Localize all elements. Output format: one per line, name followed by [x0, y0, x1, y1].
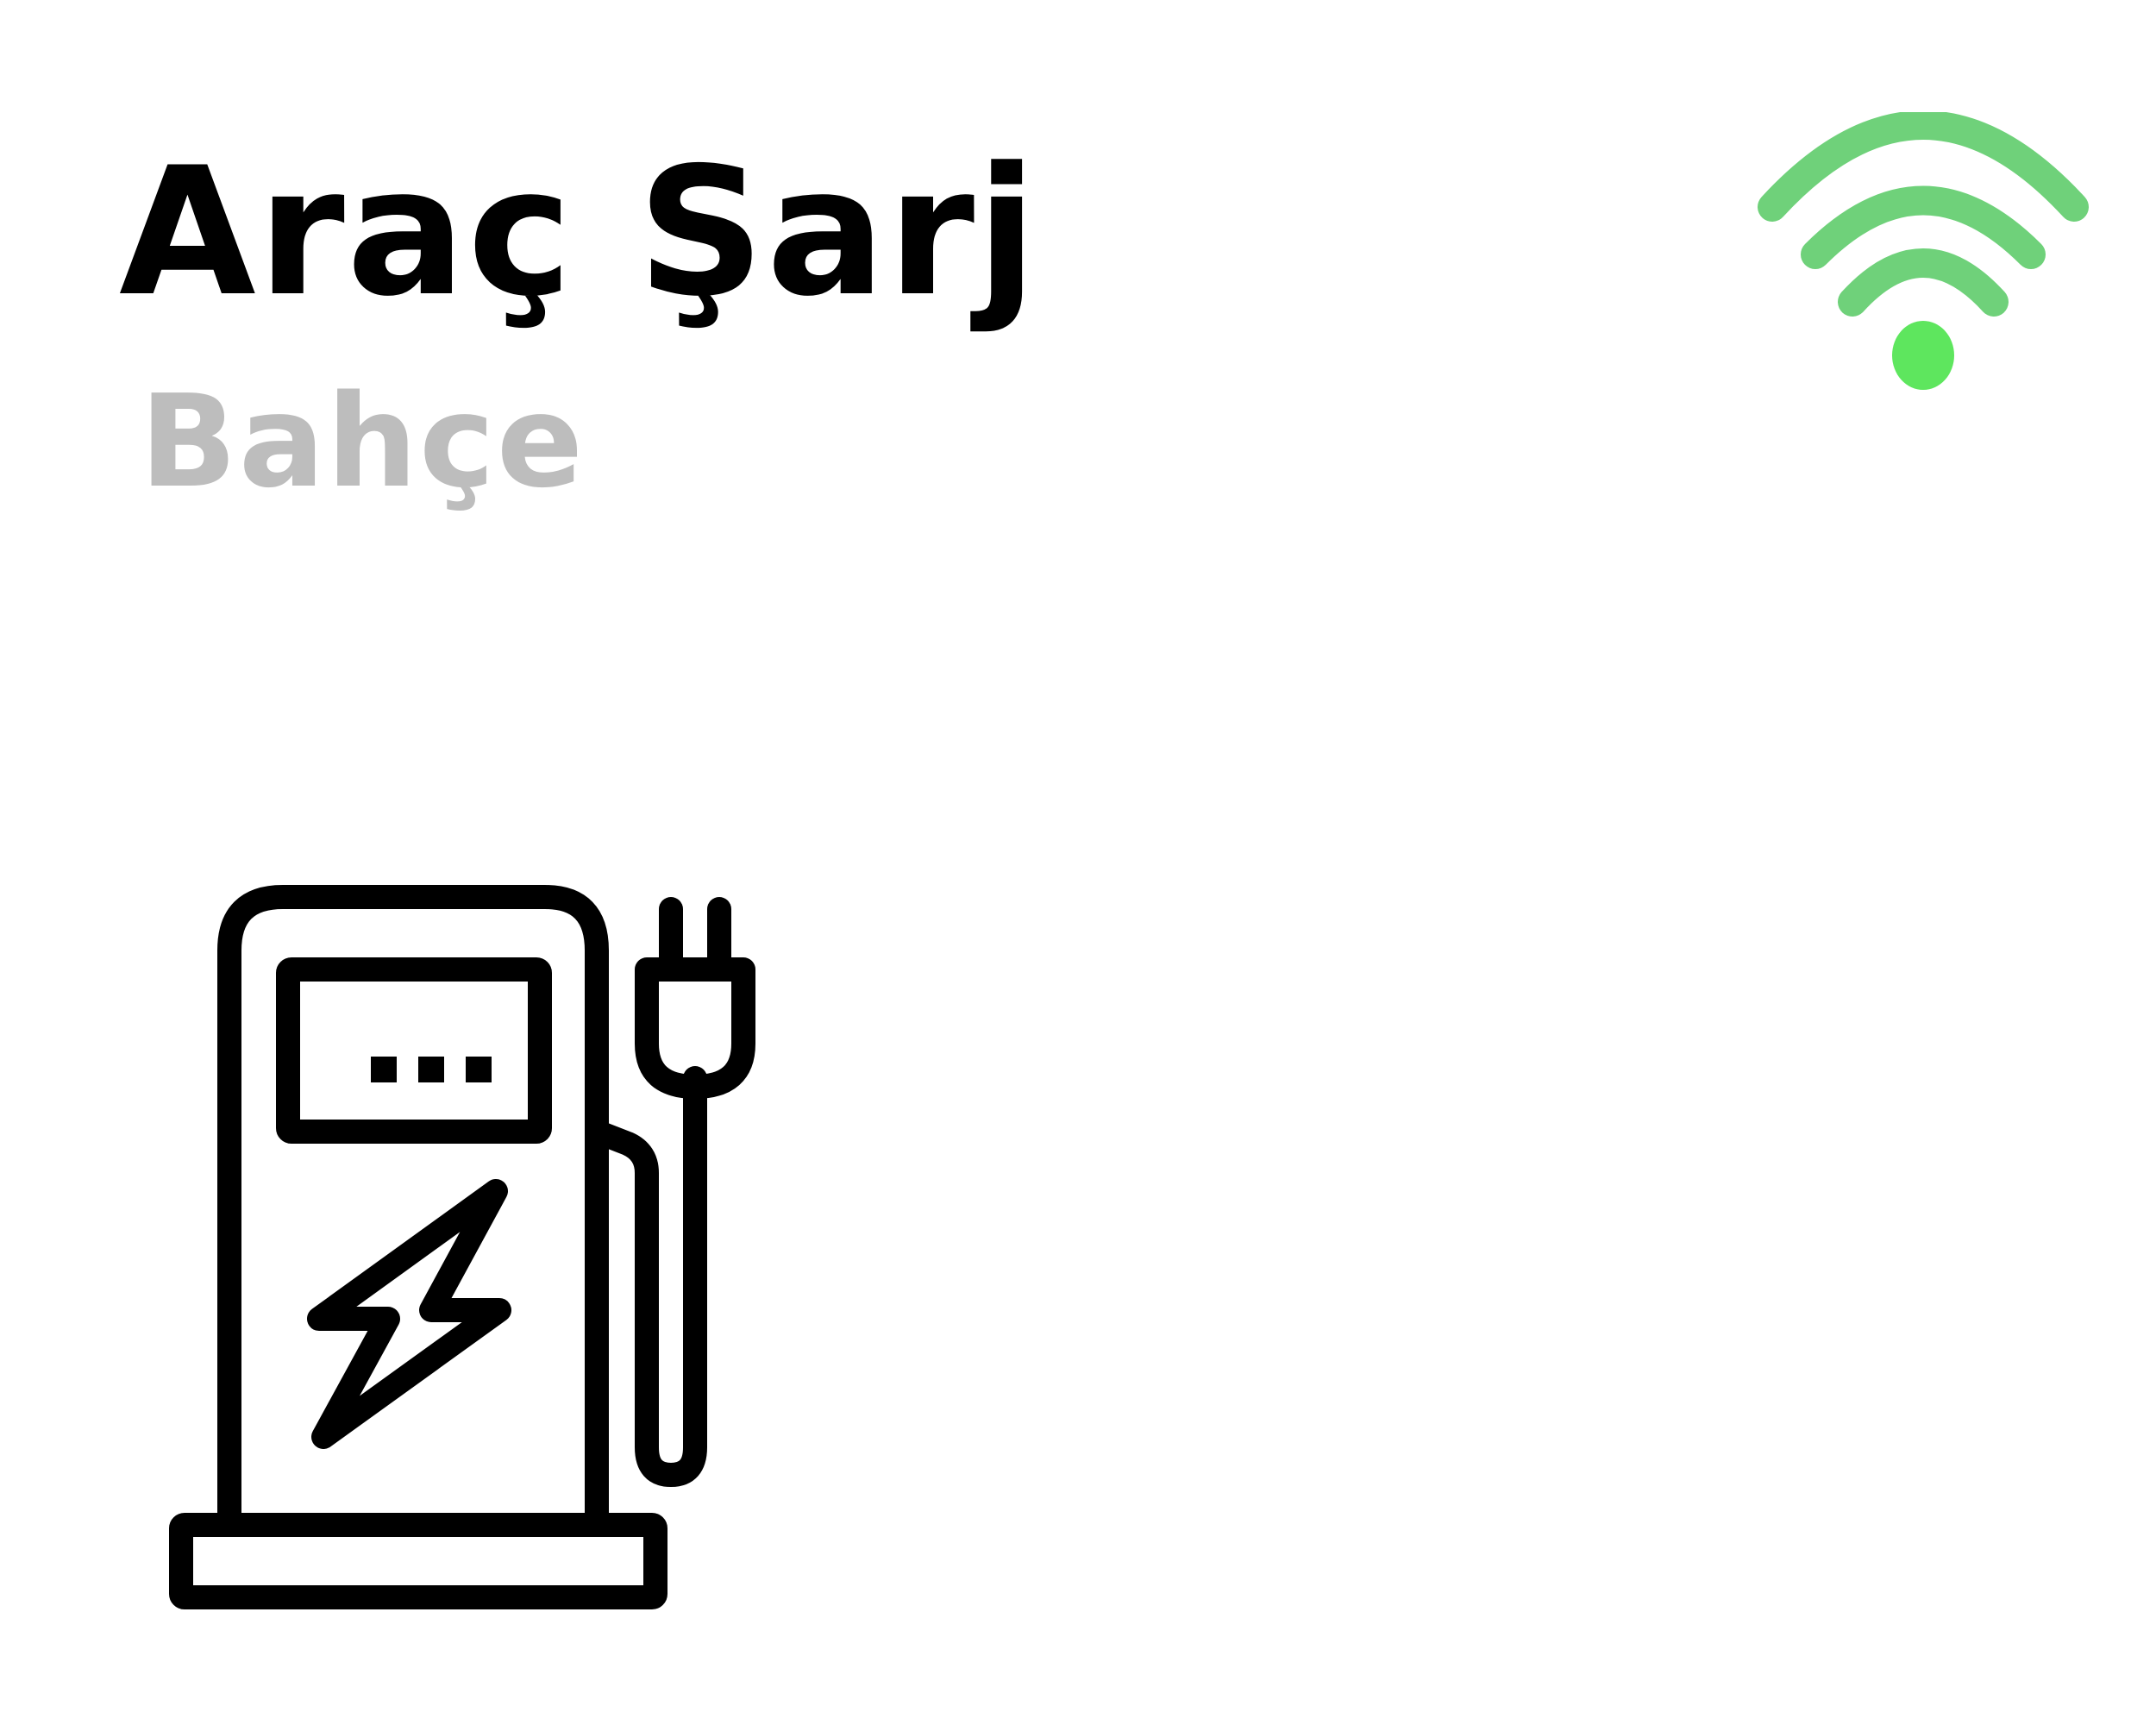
- ev-charger-tile[interactable]: Araç Şarj Bahçe: [0, 0, 2156, 1725]
- wifi-arc-inner: [1838, 248, 2009, 317]
- charger-screen: [276, 957, 552, 1144]
- screen-dots: [371, 1057, 492, 1082]
- wifi-arc-middle: [1801, 185, 2046, 269]
- bolt-icon: [307, 1179, 511, 1449]
- wifi-icon: [1758, 112, 2089, 390]
- screen-dot: [466, 1057, 492, 1082]
- wifi-dot: [1892, 321, 1954, 390]
- charger-base: [169, 1513, 667, 1609]
- charger-cable: [585, 1066, 707, 1487]
- ev-charger-icon: [169, 885, 755, 1609]
- screen-dot: [371, 1057, 397, 1082]
- device-title: Araç Şarj: [119, 130, 1039, 336]
- screen-dot: [418, 1057, 444, 1082]
- room-label: Bahçe: [140, 367, 586, 516]
